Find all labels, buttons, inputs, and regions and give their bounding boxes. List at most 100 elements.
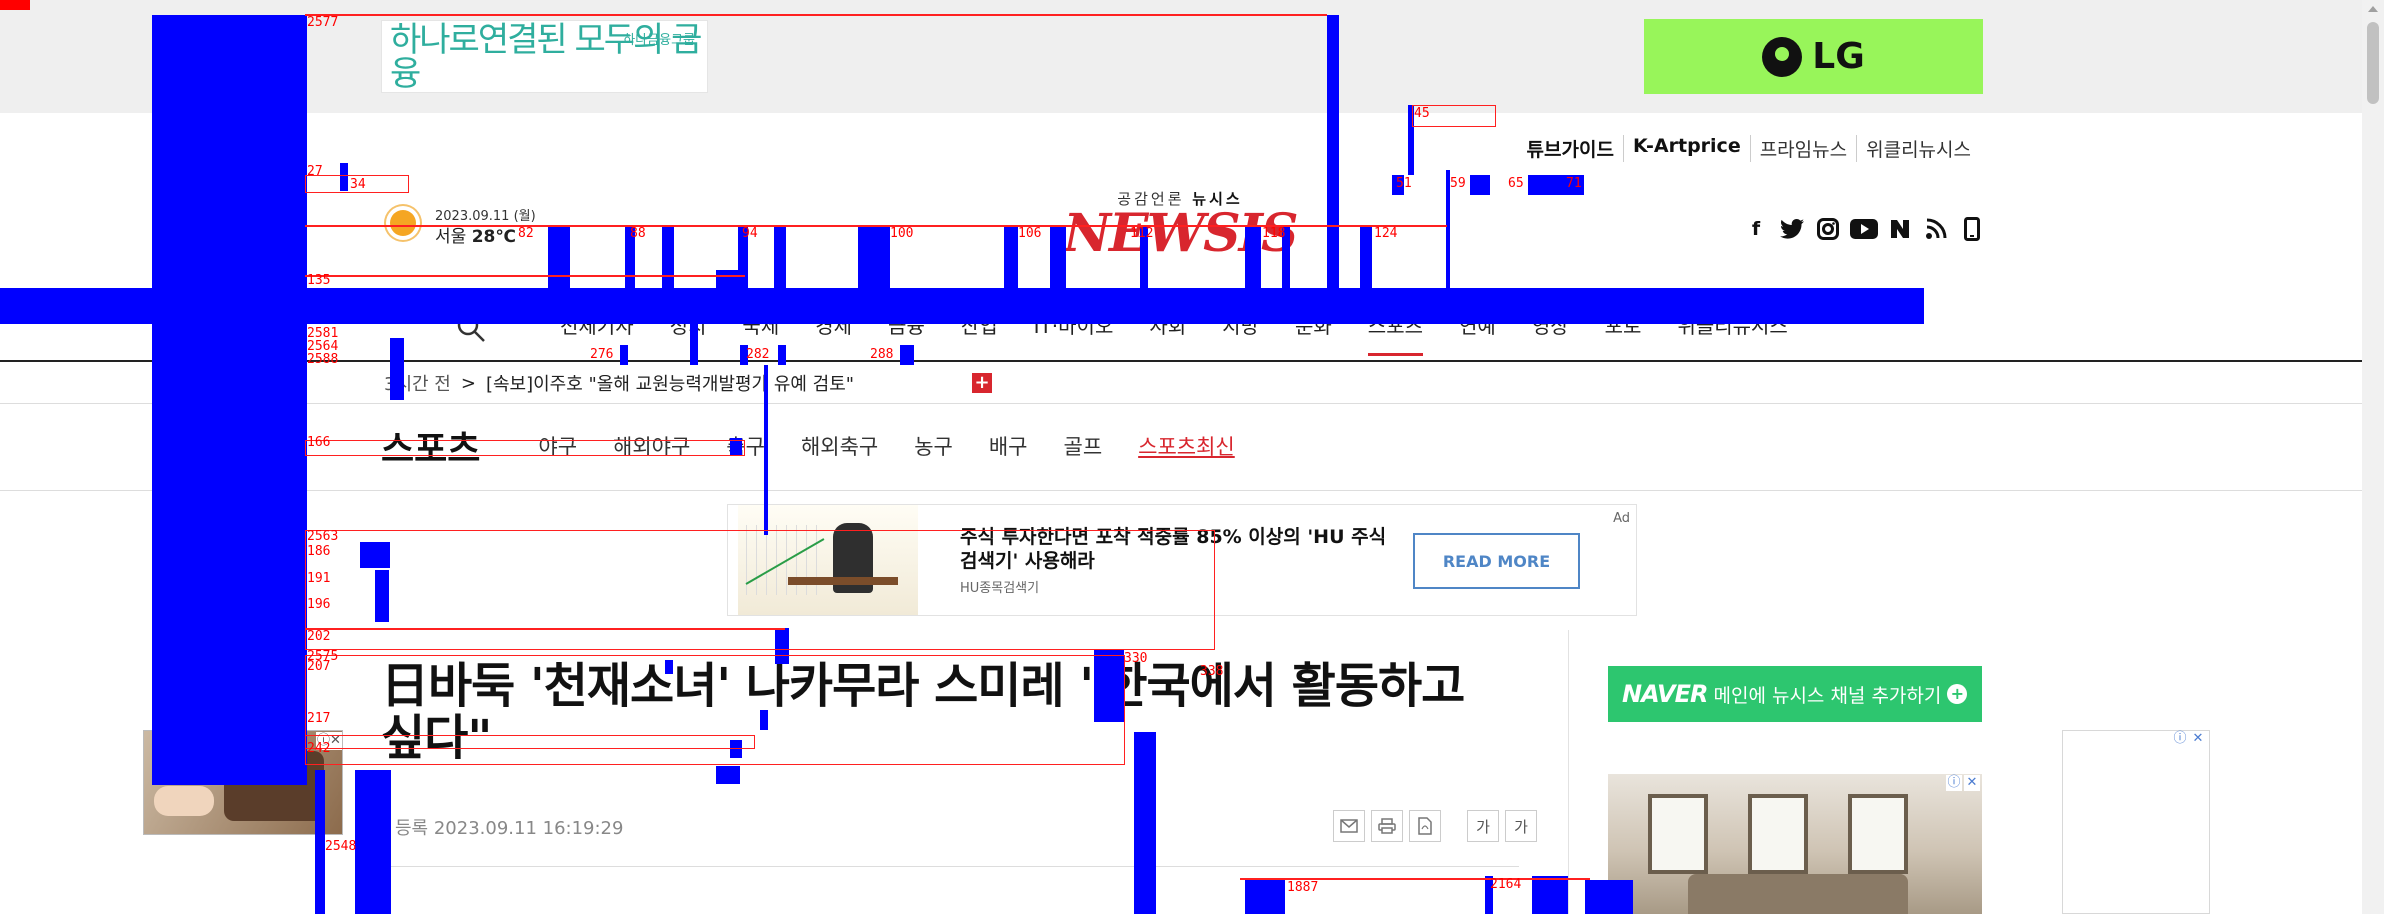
instagram-icon[interactable] xyxy=(1814,216,1842,242)
rss-icon[interactable] xyxy=(1922,216,1950,242)
sun-icon xyxy=(390,210,416,236)
lg-logo-icon xyxy=(1762,36,1803,77)
overlay-outline xyxy=(305,275,745,277)
read-more-button[interactable]: READ MORE xyxy=(1413,533,1580,589)
mobile-icon[interactable] xyxy=(1958,216,1986,242)
overlay-label: 45 xyxy=(1414,106,1430,121)
facebook-icon[interactable]: f xyxy=(1742,216,1770,242)
scroll-up-icon[interactable] xyxy=(2368,6,2378,12)
overlay-label: 27 xyxy=(307,164,323,179)
overlay-outline xyxy=(305,14,1327,16)
font-decrease-button[interactable]: 가 xyxy=(1467,810,1499,842)
ticker-more-button[interactable]: + xyxy=(972,373,992,393)
weather-temperature: 28℃ xyxy=(471,227,516,247)
naver-icon[interactable] xyxy=(1886,216,1914,242)
overlay-label: 242 xyxy=(307,741,331,756)
naver-brand: NAVER xyxy=(1622,680,1708,708)
ad-info-icon[interactable]: ⓘ xyxy=(2172,731,2188,747)
mail-icon[interactable] xyxy=(1333,810,1365,842)
top-link-primenews[interactable]: 프라임뉴스 xyxy=(1749,135,1856,162)
ticker-arrow: > xyxy=(460,372,476,394)
overlay-label: 100 xyxy=(890,226,914,241)
overlay-block xyxy=(0,288,1924,324)
overlay-block xyxy=(764,365,768,535)
top-link-kartprice[interactable]: K-Artprice xyxy=(1622,135,1750,162)
naver-channel-banner[interactable]: NAVER 메인에 뉴시스 채널 추가하기 + xyxy=(1608,666,1982,722)
overlay-label: 51 xyxy=(1396,176,1412,191)
overlay-block xyxy=(900,345,914,365)
divider xyxy=(0,490,2362,491)
ticker-headline[interactable]: [속보]이주호 "올해 교원능력개발평가 유예 검토" xyxy=(486,370,854,396)
newsis-logo[interactable]: 공감언론 뉴시스 NEWSIS xyxy=(1040,188,1320,260)
twitter-icon[interactable] xyxy=(1778,216,1806,242)
overlay-block xyxy=(1360,225,1372,290)
top-links: 튜브가이드 K-Artprice 프라임뉴스 위클리뉴시스 xyxy=(1518,135,1980,162)
overlay-label: 288 xyxy=(870,347,894,362)
overlay-block xyxy=(620,345,628,365)
section-item-basketball[interactable]: 농구 xyxy=(914,431,953,461)
overlay-block xyxy=(774,225,786,290)
overlay-label: 202 xyxy=(307,629,331,644)
overlay-label: 276 xyxy=(590,347,614,362)
print-icon[interactable] xyxy=(1371,810,1403,842)
overlay-outline xyxy=(305,628,785,630)
section-item-golf[interactable]: 골프 xyxy=(1064,431,1103,461)
ad-label: Ad xyxy=(1613,511,1630,526)
breaking-ticker: 3시간 전 > [속보]이주호 "올해 교원능력개발평가 유예 검토" xyxy=(384,370,996,396)
naver-message: 메인에 뉴시스 채널 추가하기 xyxy=(1713,684,1942,707)
divider xyxy=(381,866,1519,867)
article-date: 등록 2023.09.11 16:19:29 xyxy=(395,818,624,839)
top-link-tubeguide[interactable]: 튜브가이드 xyxy=(1518,135,1623,162)
article-tools: 가 가 xyxy=(1333,810,1537,842)
overlay-label: 166 xyxy=(307,435,331,450)
hand-illustration xyxy=(154,786,214,816)
ad-info-icon[interactable]: ⓘ xyxy=(1946,775,1962,791)
overlay-label: 94 xyxy=(742,226,758,241)
ad-close-icon[interactable]: ✕ xyxy=(1964,775,1980,791)
window-illustration xyxy=(1748,794,1808,874)
column-divider xyxy=(1568,630,1569,914)
scrollbar-thumb[interactable] xyxy=(2367,22,2379,104)
overlay-label: 196 xyxy=(307,597,331,612)
window-illustration xyxy=(1848,794,1908,874)
overlay-label: 186 xyxy=(307,544,331,559)
youtube-icon[interactable] xyxy=(1850,216,1878,242)
overlay-block xyxy=(858,225,890,290)
lg-ad[interactable]: LG xyxy=(1644,19,1983,94)
overlay-label: 191 xyxy=(307,571,331,586)
overlay-label: 2588 xyxy=(307,352,339,367)
pdf-icon[interactable] xyxy=(1409,810,1441,842)
overlay-label: 82 xyxy=(518,226,534,241)
interior-ad[interactable] xyxy=(1608,774,1982,914)
font-increase-button[interactable]: 가 xyxy=(1505,810,1537,842)
overlay-label: 207 xyxy=(307,659,331,674)
top-link-weekly[interactable]: 위클리뉴시스 xyxy=(1856,135,1980,162)
hana-bank-ad[interactable]: 하나로연결된 모두의 금융 하나금융그룹 xyxy=(381,20,708,93)
top-ad-strip xyxy=(0,0,2384,113)
overlay-block xyxy=(152,15,307,785)
overlay-outline xyxy=(305,440,745,456)
section-item-overseas-soccer[interactable]: 해외축구 xyxy=(801,431,878,461)
overlay-block xyxy=(390,338,404,400)
overlay-label: 338 xyxy=(1200,664,1224,679)
overlay-label: 282 xyxy=(746,347,770,362)
section-item-volleyball[interactable]: 배구 xyxy=(989,431,1028,461)
overlay-label: 88 xyxy=(630,226,646,241)
overlay-block xyxy=(778,345,786,365)
overlay-block xyxy=(1532,876,1568,914)
overlay-block xyxy=(1245,880,1285,914)
overlay-block xyxy=(1134,732,1156,914)
overlay-block xyxy=(690,290,698,365)
overlay-block xyxy=(716,766,740,784)
overlay-label: 106 xyxy=(1018,226,1042,241)
overlay-label: 2164 xyxy=(1490,877,1522,892)
hana-ad-brand: 하나금융그룹 xyxy=(623,33,695,48)
section-item-sports-latest[interactable]: 스포츠최신 xyxy=(1138,431,1235,461)
overlay-label: 124 xyxy=(1374,226,1398,241)
right-ad-slot[interactable] xyxy=(2062,730,2210,914)
sns-links: f xyxy=(1742,216,1986,242)
vertical-scrollbar[interactable] xyxy=(2362,0,2384,914)
ad-close-icon[interactable]: ✕ xyxy=(2190,731,2206,747)
overlay-label: 65 xyxy=(1508,176,1524,191)
